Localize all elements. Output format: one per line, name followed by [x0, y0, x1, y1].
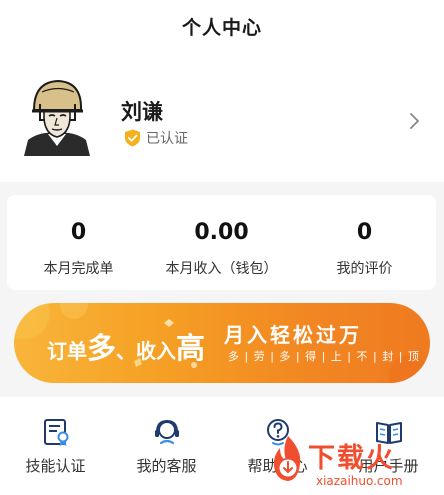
certificate-icon	[43, 419, 68, 446]
username: 刘谦	[121, 100, 163, 124]
stat-monthly-income[interactable]: 0.00 本月收入（钱包）	[150, 195, 293, 290]
tool-label: 技能认证	[25, 457, 86, 475]
profile-card[interactable]: 刘谦 已认证	[0, 52, 444, 182]
chevron-right-icon[interactable]	[406, 110, 422, 132]
watermark: 下载火 xiazaihuo.com	[262, 432, 444, 495]
stat-value: 0.00	[194, 220, 249, 245]
avatar[interactable]	[18, 74, 96, 156]
verified-label: 已认证	[146, 131, 188, 147]
verified-status: 已认证	[124, 128, 188, 148]
stat-value: 0	[356, 220, 373, 245]
monthly-stats: 0 本月完成单 0.00 本月收入（钱包） 0 我的评价	[7, 195, 436, 290]
watermark-url: xiazaihuo.com	[316, 474, 403, 488]
flame-logo-icon	[273, 436, 301, 481]
soldier-portrait-icon	[18, 74, 96, 156]
stat-completed-orders[interactable]: 0 本月完成单	[7, 195, 150, 290]
banner-headline: 月入轻松过万	[224, 323, 362, 347]
banner-subline: 多 | 劳 | 多 | 得 | 上 | 不 | 封 | 顶	[228, 350, 420, 363]
stat-label: 本月完成单	[43, 261, 114, 277]
tool-label: 我的客服	[136, 457, 197, 475]
stat-label: 本月收入（钱包）	[165, 261, 278, 277]
stat-value: 0	[70, 220, 87, 245]
watermark-text: 下载火	[308, 443, 395, 474]
tool-customer-service[interactable]: 我的客服	[111, 397, 222, 495]
banner-slogan: 订单多、收入高	[47, 331, 206, 365]
promo-banner[interactable]: 订单多、收入高 月入轻松过万 多 | 劳 | 多 | 得 | 上 | 不 | 封…	[14, 303, 430, 383]
stat-label: 我的评价	[336, 261, 393, 277]
top-bar: 个人中心	[0, 0, 444, 52]
tool-skill-certification[interactable]: 技能认证	[0, 397, 111, 495]
customer-service-icon	[154, 419, 179, 445]
stat-my-reviews[interactable]: 0 我的评价	[293, 195, 436, 290]
page-title: 个人中心	[181, 16, 262, 39]
verified-shield-icon	[125, 129, 140, 147]
